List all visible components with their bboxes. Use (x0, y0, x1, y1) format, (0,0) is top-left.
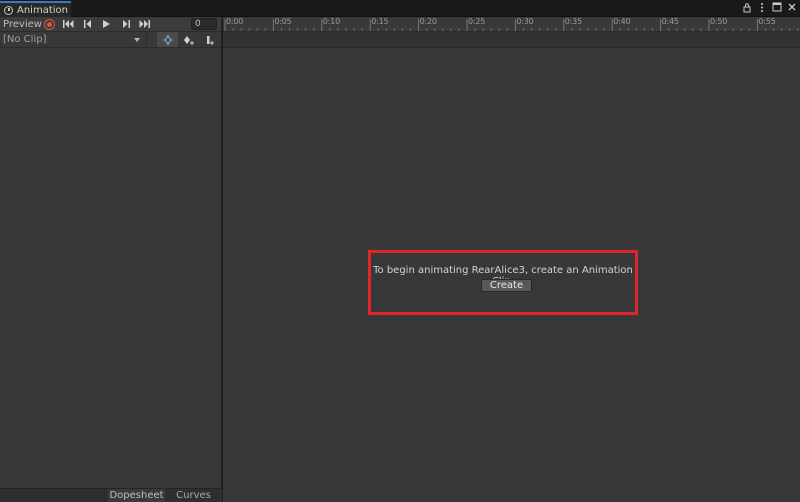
animation-clock-icon (4, 5, 13, 15)
clip-row: [No Clip] (0, 32, 221, 48)
tab-title: Animation (17, 4, 68, 16)
ruler-label: 0:40 (613, 17, 631, 26)
title-bar: Animation (0, 0, 800, 17)
clip-select-value: [No Clip] (3, 34, 47, 45)
ruler-label: 0:30 (516, 17, 534, 26)
tab-curves[interactable]: Curves (165, 489, 222, 502)
clip-select[interactable]: [No Clip] (0, 32, 148, 47)
ruler-label: 0:15 (371, 17, 389, 26)
play-icon[interactable] (97, 17, 116, 32)
close-icon[interactable] (787, 2, 797, 14)
ruler-label: 0:00 (226, 17, 244, 26)
lock-icon[interactable] (742, 2, 752, 14)
chevron-down-icon (134, 37, 141, 42)
ruler-label: 0:35 (564, 17, 582, 26)
ruler-label: 0:10 (322, 17, 340, 26)
ruler-label: 0:55 (758, 17, 776, 26)
ruler-label: 0:20 (419, 17, 437, 26)
create-clip-button[interactable]: Create (481, 279, 532, 292)
view-mode-tabs: Dopesheet Curves (0, 488, 222, 502)
tab-dopesheet[interactable]: Dopesheet (108, 489, 165, 502)
add-keyframe-icon[interactable] (157, 32, 179, 47)
skip-to-start-icon[interactable] (59, 17, 78, 32)
ruler-label: 0:05 (274, 17, 292, 26)
time-ruler[interactable]: 0:00 0:05 0:10 0:15 0:20 0:25 0:30 0:35 0:40 0:45… (223, 17, 800, 32)
add-event-icon[interactable] (178, 32, 199, 47)
window-buttons (742, 2, 797, 14)
timeline-panel: 0:00 0:05 0:10 0:15 0:20 0:25 0:30 0:35 0:40 0:45… (223, 17, 800, 502)
preview-toggle[interactable]: Preview (0, 19, 42, 30)
create-clip-highlight: To begin animating RearAlice3, create an… (368, 250, 638, 315)
prev-key-icon[interactable] (78, 17, 97, 32)
ruler-label: 0:50 (710, 17, 728, 26)
record-icon[interactable] (40, 17, 59, 32)
maximize-icon[interactable] (772, 2, 782, 14)
event-strip[interactable] (223, 32, 800, 48)
next-key-icon[interactable] (116, 17, 135, 32)
left-panel: Preview 0 [No Clip] Dopesheet Curves (0, 17, 222, 502)
playback-toolbar: Preview 0 (0, 17, 221, 32)
filter-by-selection-icon[interactable] (200, 32, 221, 47)
skip-to-end-icon[interactable] (135, 17, 154, 32)
frame-field[interactable]: 0 (191, 18, 217, 30)
ruler-label: 0:25 (468, 17, 486, 26)
tab-animation[interactable]: Animation (0, 1, 71, 17)
ruler-label: 0:45 (661, 17, 679, 26)
more-vert-icon[interactable] (757, 2, 767, 14)
